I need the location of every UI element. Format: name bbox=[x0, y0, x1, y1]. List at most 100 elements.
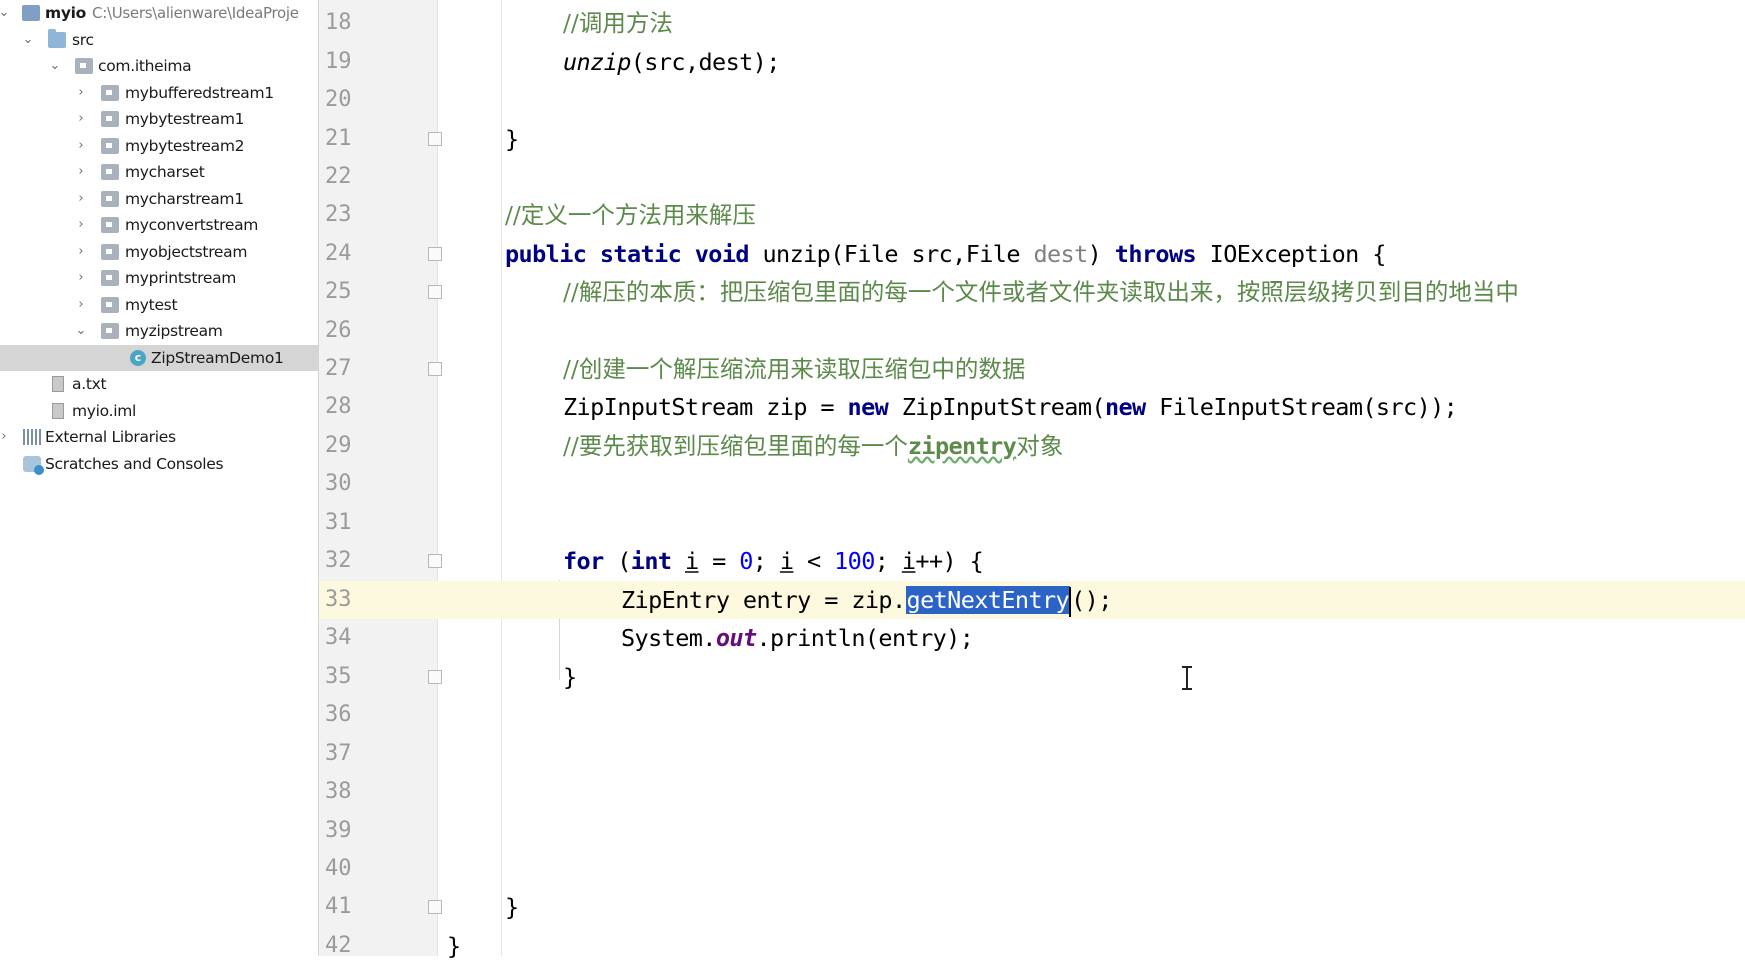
code-line-21: 21 } bbox=[0, 120, 1745, 158]
code-token: IOException { bbox=[1209, 240, 1387, 268]
keyword: new bbox=[1104, 393, 1146, 421]
code-line-22: 22 bbox=[0, 158, 1745, 196]
code-text[interactable]: } bbox=[505, 888, 519, 926]
fold-marker-icon[interactable] bbox=[428, 285, 442, 299]
fold-marker-icon[interactable] bbox=[428, 247, 442, 261]
line-number: 19 bbox=[325, 49, 352, 74]
selected-text[interactable]: getNextEntry bbox=[905, 586, 1071, 614]
line-number: 21 bbox=[325, 126, 352, 151]
line-number: 33 bbox=[325, 587, 352, 612]
code-text[interactable]: ZipInputStream zip = new ZipInputStream(… bbox=[563, 388, 1458, 426]
code-comment: //定义一个方法用来解压 bbox=[505, 201, 756, 229]
loop-variable: i bbox=[779, 547, 794, 575]
code-line-25: 25 //解压的本质：把压缩包里面的每一个文件或者文件夹读取出来，按照层级拷贝到… bbox=[0, 273, 1745, 311]
code-line-39: 39 bbox=[0, 812, 1745, 850]
fold-marker-icon[interactable] bbox=[428, 670, 442, 684]
code-line-30: 30 bbox=[0, 465, 1745, 503]
code-text[interactable]: for (int i = 0; i < 100; i++) { bbox=[563, 542, 984, 580]
line-number: 42 bbox=[325, 933, 352, 958]
keyword: static bbox=[599, 240, 682, 268]
code-text[interactable]: System.out.println(entry); bbox=[621, 619, 974, 657]
number-literal: 100 bbox=[834, 547, 875, 575]
line-number: 28 bbox=[325, 394, 352, 419]
code-text[interactable]: //解压的本质：把压缩包里面的每一个文件或者文件夹读取出来，按照层级拷贝到目的地… bbox=[563, 273, 1519, 311]
line-number: 35 bbox=[325, 664, 352, 689]
code-comment: //要先获取到压缩包里面的每一个 bbox=[563, 432, 908, 460]
line-number: 41 bbox=[325, 894, 352, 919]
method-call: unzip bbox=[563, 48, 631, 76]
code-text[interactable]: unzip(src,dest); bbox=[563, 43, 780, 81]
keyword: int bbox=[630, 547, 672, 575]
fold-marker-icon[interactable] bbox=[428, 362, 442, 376]
code-comment: 对象 bbox=[1016, 432, 1064, 460]
line-number: 22 bbox=[325, 164, 352, 189]
code-token: < bbox=[793, 547, 835, 575]
code-line-18: 18 //调用方法 bbox=[0, 4, 1745, 42]
line-number: 32 bbox=[325, 548, 352, 573]
code-line-27: 27 //创建一个解压缩流用来读取压缩包中的数据 bbox=[0, 350, 1745, 388]
code-text[interactable]: //定义一个方法用来解压 bbox=[505, 196, 756, 234]
code-text[interactable]: } bbox=[447, 927, 461, 965]
code-line-35: 35 } bbox=[0, 658, 1745, 696]
line-number: 38 bbox=[325, 779, 352, 804]
keyword: void bbox=[694, 240, 750, 268]
line-number: 20 bbox=[325, 87, 352, 112]
keyword: public bbox=[505, 240, 587, 268]
code-line-26: 26 bbox=[0, 312, 1745, 350]
code-line-20: 20 bbox=[0, 81, 1745, 119]
typo-word: zipentry bbox=[907, 432, 1017, 460]
code-line-23: 23 //定义一个方法用来解压 bbox=[0, 196, 1745, 234]
code-text[interactable]: } bbox=[563, 658, 577, 696]
code-token: ( bbox=[603, 547, 631, 575]
loop-variable: i bbox=[901, 547, 916, 575]
code-line-38: 38 bbox=[0, 773, 1745, 811]
code-line-34: 34 System.out.println(entry); bbox=[0, 619, 1745, 657]
code-token: FileInputStream(src)); bbox=[1145, 393, 1458, 421]
code-token: unzip(File src,File bbox=[762, 240, 1034, 268]
keyword: new bbox=[847, 393, 889, 421]
code-token: System. bbox=[621, 624, 716, 652]
code-line-32: 32 for (int i = 0; i < 100; i++) { bbox=[0, 542, 1745, 580]
code-text[interactable]: //要先获取到压缩包里面的每一个zipentry对象 bbox=[563, 427, 1063, 465]
keyword: throws bbox=[1114, 240, 1197, 268]
fold-marker-icon[interactable] bbox=[428, 132, 442, 146]
line-number: 27 bbox=[325, 356, 352, 381]
code-line-42: 42 } bbox=[0, 927, 1745, 965]
line-number: 24 bbox=[325, 241, 352, 266]
code-text[interactable]: //调用方法 bbox=[563, 4, 673, 42]
code-token: ; bbox=[752, 547, 780, 575]
code-text[interactable]: //创建一个解压缩流用来读取压缩包中的数据 bbox=[563, 350, 1025, 388]
line-number: 30 bbox=[325, 471, 352, 496]
code-line-28: 28 ZipInputStream zip = new ZipInputStre… bbox=[0, 388, 1745, 426]
code-token: ZipInputStream( bbox=[888, 393, 1106, 421]
code-line-19: 19 unzip(src,dest); bbox=[0, 43, 1745, 81]
line-number: 26 bbox=[325, 318, 352, 343]
text-cursor-icon bbox=[1182, 666, 1192, 690]
line-number: 23 bbox=[325, 202, 352, 227]
code-token: ZipEntry entry = zip. bbox=[621, 586, 906, 614]
fold-marker-icon[interactable] bbox=[428, 900, 442, 914]
keyword: for bbox=[563, 547, 604, 575]
fold-marker-icon[interactable] bbox=[428, 554, 442, 568]
code-line-33: 33 ZipEntry entry = zip.getNextEntry(); bbox=[0, 581, 1745, 619]
static-field: out bbox=[715, 624, 757, 652]
line-number: 36 bbox=[325, 702, 352, 727]
line-number: 25 bbox=[325, 279, 352, 304]
code-line-40: 40 bbox=[0, 850, 1745, 888]
code-token: (); bbox=[1071, 586, 1112, 614]
line-number: 29 bbox=[325, 433, 352, 458]
code-text[interactable]: } bbox=[505, 120, 519, 158]
code-text[interactable]: ZipEntry entry = zip.getNextEntry(); bbox=[621, 581, 1112, 619]
code-comment: //调用方法 bbox=[563, 9, 673, 37]
code-line-37: 37 bbox=[0, 735, 1745, 773]
number-literal: 0 bbox=[739, 547, 753, 575]
loop-variable: i bbox=[684, 547, 699, 575]
code-line-31: 31 bbox=[0, 504, 1745, 542]
code-line-29: 29 //要先获取到压缩包里面的每一个zipentry对象 bbox=[0, 427, 1745, 465]
code-token: .println(entry); bbox=[756, 624, 974, 652]
line-number: 37 bbox=[325, 741, 352, 766]
code-token: ) bbox=[1087, 240, 1102, 268]
code-text[interactable]: public static void unzip(File src,File d… bbox=[505, 235, 1386, 273]
code-comment: //创建一个解压缩流用来读取压缩包中的数据 bbox=[563, 355, 1026, 383]
code-line-24: 24 public static void unzip(File src,Fil… bbox=[0, 235, 1745, 273]
